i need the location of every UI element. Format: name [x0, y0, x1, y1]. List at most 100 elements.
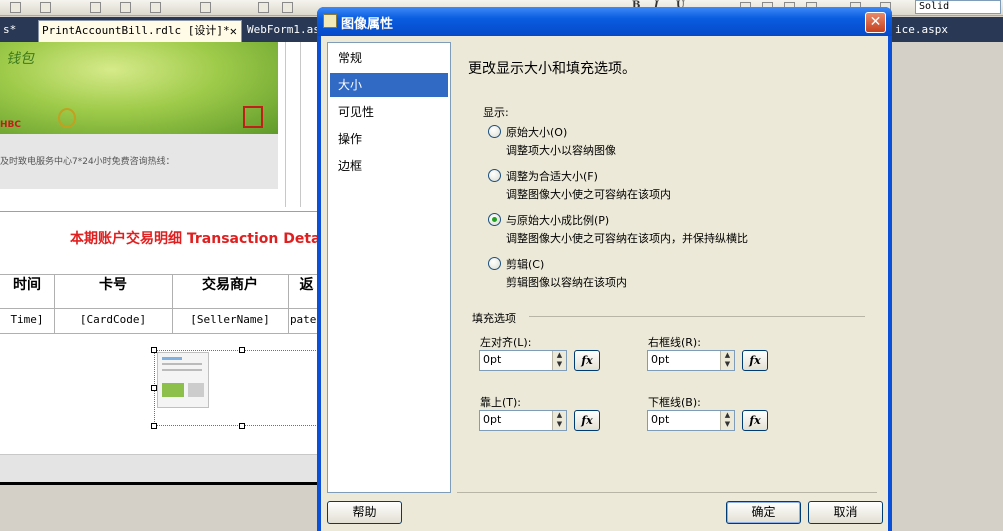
table-header-cell[interactable]: 交易商户 — [172, 274, 288, 308]
padding-right-input[interactable]: 0pt ▲ ▼ — [647, 350, 735, 371]
padding-left-input[interactable]: 0pt ▲ ▼ — [479, 350, 567, 371]
tab-label: WebForm1.asp — [247, 23, 318, 36]
help-button[interactable]: 帮助 — [327, 501, 402, 524]
logo-icon — [58, 108, 76, 128]
dialog-titlebar[interactable]: 图像属性 ✕ — [317, 7, 892, 36]
radio-original-size[interactable] — [488, 125, 501, 138]
divider — [457, 492, 877, 493]
radio-fit-size[interactable] — [488, 169, 501, 182]
toolbar-icon[interactable] — [150, 2, 161, 13]
spin-up-icon[interactable]: ▲ — [721, 351, 734, 360]
padding-left-label: 左对齐(L): — [480, 336, 532, 349]
border-style-combo[interactable]: Solid — [915, 0, 1001, 14]
nav-item-general[interactable]: 常规 — [330, 46, 448, 70]
ide-bottom-area — [0, 485, 325, 531]
spin-down-icon[interactable]: ▼ — [721, 420, 734, 429]
ok-button[interactable]: 确定 — [726, 501, 801, 524]
radio-proportional[interactable] — [488, 213, 501, 226]
radio-clip[interactable] — [488, 257, 501, 270]
nav-item-border[interactable]: 边框 — [330, 154, 448, 178]
dialog-title: 图像属性 — [341, 17, 394, 32]
dialog-client-area: 常规 大小 可见性 操作 边框 更改显示大小和填充选项。 显示: 原始大小(O)… — [321, 36, 888, 531]
spin-up-icon[interactable]: ▲ — [553, 351, 566, 360]
hotline-text: 及时致电服务中心7*24小时免费咨询热线： — [0, 157, 175, 167]
nav-item-visibility[interactable]: 可见性 — [330, 100, 448, 124]
page-footer-band — [0, 454, 325, 482]
toolbar-icon[interactable] — [120, 2, 131, 13]
fill-options-label: 填充选项 — [472, 312, 516, 325]
option-label[interactable]: 剪辑(C) — [506, 256, 544, 272]
page-heading: 更改显示大小和填充选项。 — [468, 61, 636, 77]
option-label[interactable]: 与原始大小成比例(P) — [506, 212, 609, 228]
toolbar-icon[interactable] — [282, 2, 293, 13]
expression-button[interactable]: fx — [742, 350, 768, 371]
image-thumbnail — [157, 352, 209, 408]
spin-down-icon[interactable]: ▼ — [553, 420, 566, 429]
expression-button[interactable]: fx — [742, 410, 768, 431]
spin-up-icon[interactable]: ▲ — [721, 411, 734, 420]
toolbar-icon[interactable] — [200, 2, 211, 13]
banner-footer: 及时致电服务中心7*24小时免费咨询热线： — [0, 134, 278, 189]
expression-button[interactable]: fx — [574, 350, 600, 371]
padding-top-input[interactable]: 0pt ▲ ▼ — [479, 410, 567, 431]
divider — [529, 316, 865, 317]
cancel-button[interactable]: 取消 — [808, 501, 883, 524]
option-description: 调整图像大小使之可容纳在该项内 — [506, 188, 671, 201]
option-description: 调整项大小以容纳图像 — [506, 144, 616, 157]
spin-down-icon[interactable]: ▼ — [721, 360, 734, 369]
divider — [0, 211, 325, 212]
table-cell[interactable]: [CardCode] — [54, 310, 172, 332]
resize-handle[interactable] — [151, 385, 157, 391]
spin-up-icon[interactable]: ▲ — [553, 411, 566, 420]
toolbar-icon[interactable] — [40, 2, 51, 13]
close-icon[interactable]: ✕ — [230, 21, 237, 41]
display-label: 显示: — [483, 106, 509, 119]
option-description: 剪辑图像以容纳在该项内 — [506, 276, 627, 289]
padding-top-label: 靠上(T): — [480, 396, 522, 409]
tab-label: PrintAccountBill.rdlc [设计]* — [42, 24, 230, 37]
divider — [0, 308, 325, 309]
divider — [300, 42, 301, 207]
input-value: 0pt — [483, 353, 502, 366]
tab-service-aspx[interactable]: ice.aspx — [892, 20, 972, 42]
section-title[interactable]: 本期账户交易明细 Transaction Details — [70, 228, 338, 248]
table-cell[interactable]: Time] — [0, 310, 54, 332]
option-description: 调整图像大小使之可容纳在该项内，并保持纵横比 — [506, 232, 748, 245]
resize-handle[interactable] — [239, 423, 245, 429]
option-label[interactable]: 调整为合适大小(F) — [506, 168, 598, 184]
divider — [285, 42, 286, 207]
padding-bottom-label: 下框线(B): — [648, 396, 701, 409]
padding-bottom-input[interactable]: 0pt ▲ ▼ — [647, 410, 735, 431]
toolbar-icon[interactable] — [10, 2, 21, 13]
nav-item-size[interactable]: 大小 — [330, 73, 448, 97]
banner-text: 钱包 — [6, 51, 34, 67]
toolbar-icon[interactable] — [90, 2, 101, 13]
dialog-close-button[interactable]: ✕ — [865, 12, 886, 33]
resize-handle[interactable] — [151, 423, 157, 429]
property-page-list: 常规 大小 可见性 操作 边框 — [327, 42, 451, 493]
nav-item-action[interactable]: 操作 — [330, 127, 448, 151]
logo-icon — [243, 106, 263, 128]
spin-down-icon[interactable]: ▼ — [553, 360, 566, 369]
report-designer: 钱包 HBC 及时致电服务中心7*24小时免费咨询热线： 本期账户交易明细 Tr… — [0, 42, 338, 482]
resize-handle[interactable] — [151, 347, 157, 353]
tab-label: s* — [3, 23, 17, 36]
table-header-cell[interactable]: 卡号 — [54, 274, 172, 308]
expression-button[interactable]: fx — [574, 410, 600, 431]
dialog-app-icon — [323, 14, 337, 28]
padding-right-label: 右框线(R): — [648, 336, 701, 349]
tab-webform1[interactable]: WebForm1.asp — [244, 20, 318, 42]
option-label[interactable]: 原始大小(O) — [506, 124, 567, 140]
input-value: 0pt — [651, 353, 670, 366]
resize-handle[interactable] — [239, 347, 245, 353]
tab-printaccountbill[interactable]: PrintAccountBill.rdlc [设计]* ✕ — [38, 20, 242, 42]
input-value: 0pt — [483, 413, 502, 426]
input-value: 0pt — [651, 413, 670, 426]
table-header-cell[interactable]: 时间 — [0, 274, 54, 308]
table-cell[interactable]: [SellerName] — [172, 310, 288, 332]
tab-label: ice.aspx — [895, 23, 948, 36]
tab-unsaved[interactable]: s* — [0, 20, 36, 42]
banner-image[interactable]: 钱包 HBC — [0, 42, 278, 134]
logo-text: HBC — [0, 120, 21, 130]
toolbar-icon[interactable] — [258, 2, 269, 13]
